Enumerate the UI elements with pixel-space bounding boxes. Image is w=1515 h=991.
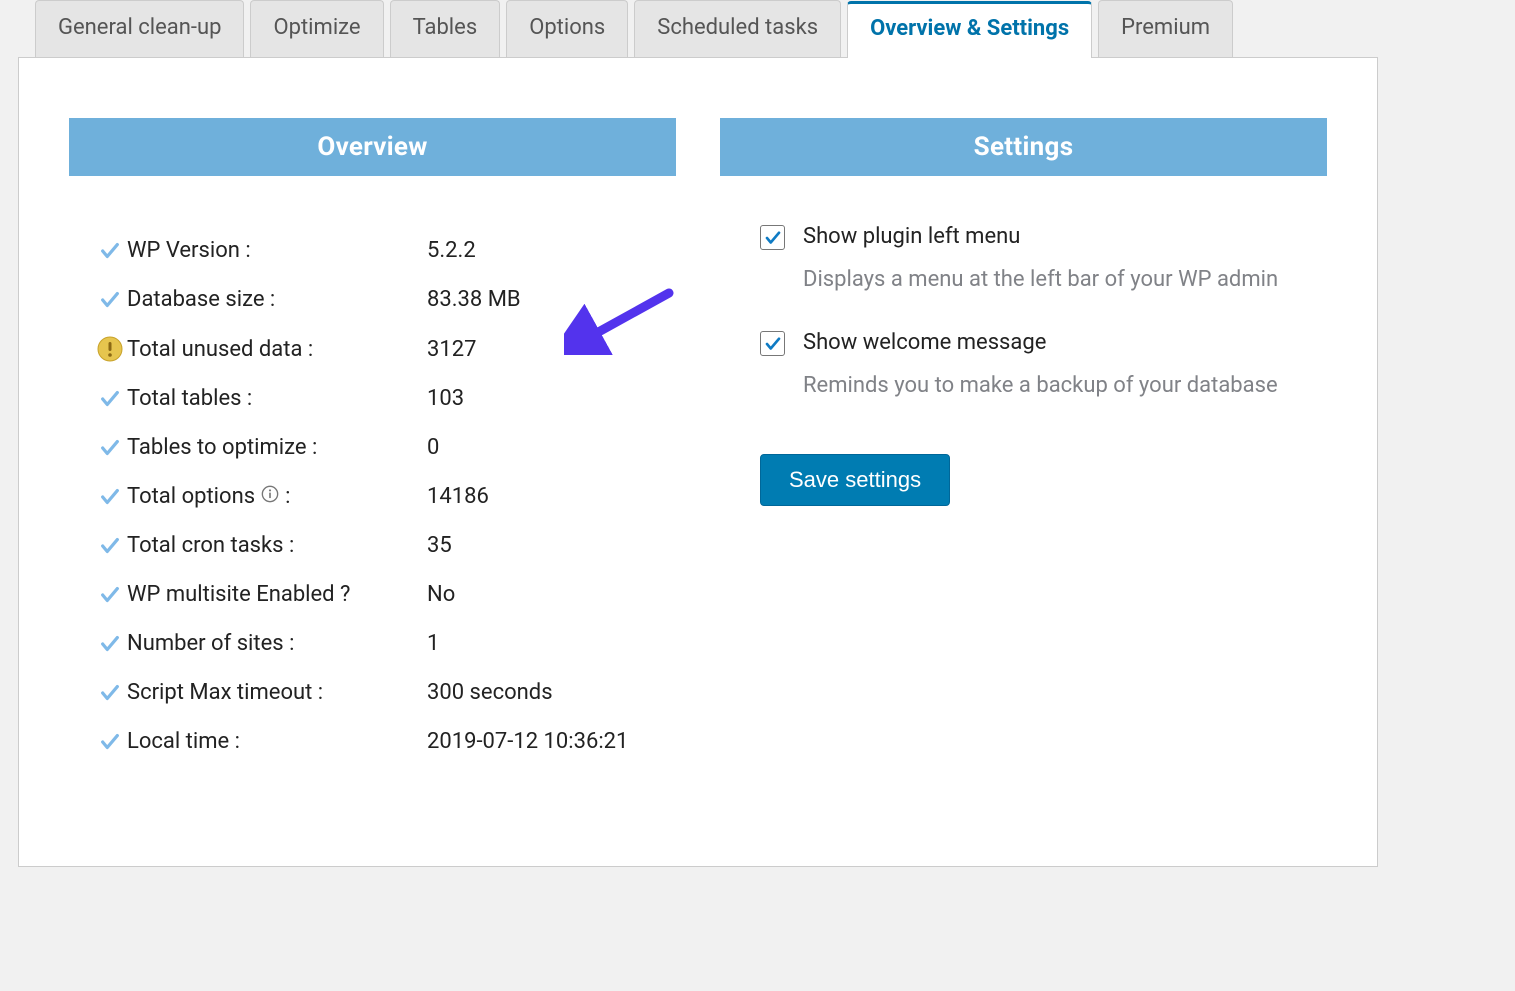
- overview-list: WP Version : 5.2.2 Database size : 83.38…: [69, 176, 676, 766]
- settings-column: Settings Show plugin left menu Displays …: [720, 118, 1327, 766]
- tab-premium[interactable]: Premium: [1098, 0, 1233, 57]
- overview-row-total-options: Total options : 14186: [93, 472, 676, 521]
- settings-header: Settings: [720, 118, 1327, 176]
- tab-overview-settings[interactable]: Overview & Settings: [847, 1, 1092, 58]
- check-icon: [93, 535, 127, 557]
- check-icon: [93, 437, 127, 459]
- check-icon: [93, 633, 127, 655]
- overview-row-wp-version: WP Version : 5.2.2: [93, 226, 676, 275]
- tab-scheduled-tasks[interactable]: Scheduled tasks: [634, 0, 841, 57]
- tab-general-cleanup[interactable]: General clean-up: [35, 0, 244, 57]
- overview-value: 14186: [427, 484, 676, 509]
- overview-row-db-size: Database size : 83.38 MB: [93, 275, 676, 324]
- overview-label: Tables to optimize :: [127, 435, 427, 460]
- overview-label: Number of sites :: [127, 631, 427, 656]
- overview-row-cron-tasks: Total cron tasks : 35: [93, 521, 676, 570]
- tab-panel: Overview: [18, 57, 1378, 867]
- setting-desc: Reminds you to make a backup of your dat…: [803, 373, 1327, 398]
- overview-label: Total tables :: [127, 386, 427, 411]
- check-icon: [93, 486, 127, 508]
- tab-options[interactable]: Options: [506, 0, 628, 57]
- overview-row-tables-optimize: Tables to optimize : 0: [93, 423, 676, 472]
- tabs-bar: General clean-up Optimize Tables Options…: [0, 0, 1515, 57]
- checkbox-label: Show welcome message: [803, 328, 1046, 359]
- overview-label: Total unused data :: [127, 337, 427, 362]
- checkbox-show-left-menu[interactable]: [760, 225, 785, 250]
- overview-row-number-sites: Number of sites : 1: [93, 619, 676, 668]
- overview-value: 103: [427, 386, 676, 411]
- overview-label: WP multisite Enabled ?: [127, 582, 427, 607]
- overview-value: 83.38 MB: [427, 287, 676, 312]
- checkmark-icon: [764, 229, 782, 247]
- overview-label-text: Total options: [127, 484, 255, 509]
- tab-tables[interactable]: Tables: [390, 0, 501, 57]
- overview-label: Database size :: [127, 287, 427, 312]
- overview-row-unused-data: Total unused data : 3127: [93, 324, 676, 374]
- save-settings-button[interactable]: Save settings: [760, 454, 950, 506]
- setting-desc: Displays a menu at the left bar of your …: [803, 267, 1327, 292]
- overview-row-script-timeout: Script Max timeout : 300 seconds: [93, 668, 676, 717]
- checkbox-show-welcome[interactable]: [760, 331, 785, 356]
- overview-value: 2019-07-12 10:36:21: [427, 729, 676, 754]
- overview-label: Local time :: [127, 729, 427, 754]
- overview-row-multisite: WP multisite Enabled ? No: [93, 570, 676, 619]
- overview-value: No: [427, 582, 676, 607]
- overview-value: 3127: [427, 337, 676, 362]
- setting-show-welcome: Show welcome message: [760, 328, 1327, 359]
- overview-value: 1: [427, 631, 676, 656]
- check-icon: [93, 388, 127, 410]
- checkbox-label: Show plugin left menu: [803, 222, 1020, 253]
- overview-label-suffix: :: [285, 484, 290, 509]
- overview-row-total-tables: Total tables : 103: [93, 374, 676, 423]
- overview-value: 5.2.2: [427, 238, 676, 263]
- overview-label: WP Version :: [127, 238, 427, 263]
- check-icon: [93, 584, 127, 606]
- check-icon: [93, 731, 127, 753]
- overview-value: 300 seconds: [427, 680, 676, 705]
- overview-value: 0: [427, 435, 676, 460]
- tab-optimize[interactable]: Optimize: [250, 0, 383, 57]
- setting-show-left-menu: Show plugin left menu: [760, 222, 1327, 253]
- checkmark-icon: [764, 335, 782, 353]
- warning-icon: [93, 336, 127, 362]
- check-icon: [93, 682, 127, 704]
- info-icon[interactable]: [261, 484, 279, 509]
- overview-header: Overview: [69, 118, 676, 176]
- overview-label: Script Max timeout :: [127, 680, 427, 705]
- overview-column: Overview: [69, 118, 676, 766]
- overview-label: Total cron tasks :: [127, 533, 427, 558]
- check-icon: [93, 240, 127, 262]
- check-icon: [93, 289, 127, 311]
- overview-value: 35: [427, 533, 676, 558]
- overview-label: Total options :: [127, 484, 427, 509]
- overview-row-local-time: Local time : 2019-07-12 10:36:21: [93, 717, 676, 766]
